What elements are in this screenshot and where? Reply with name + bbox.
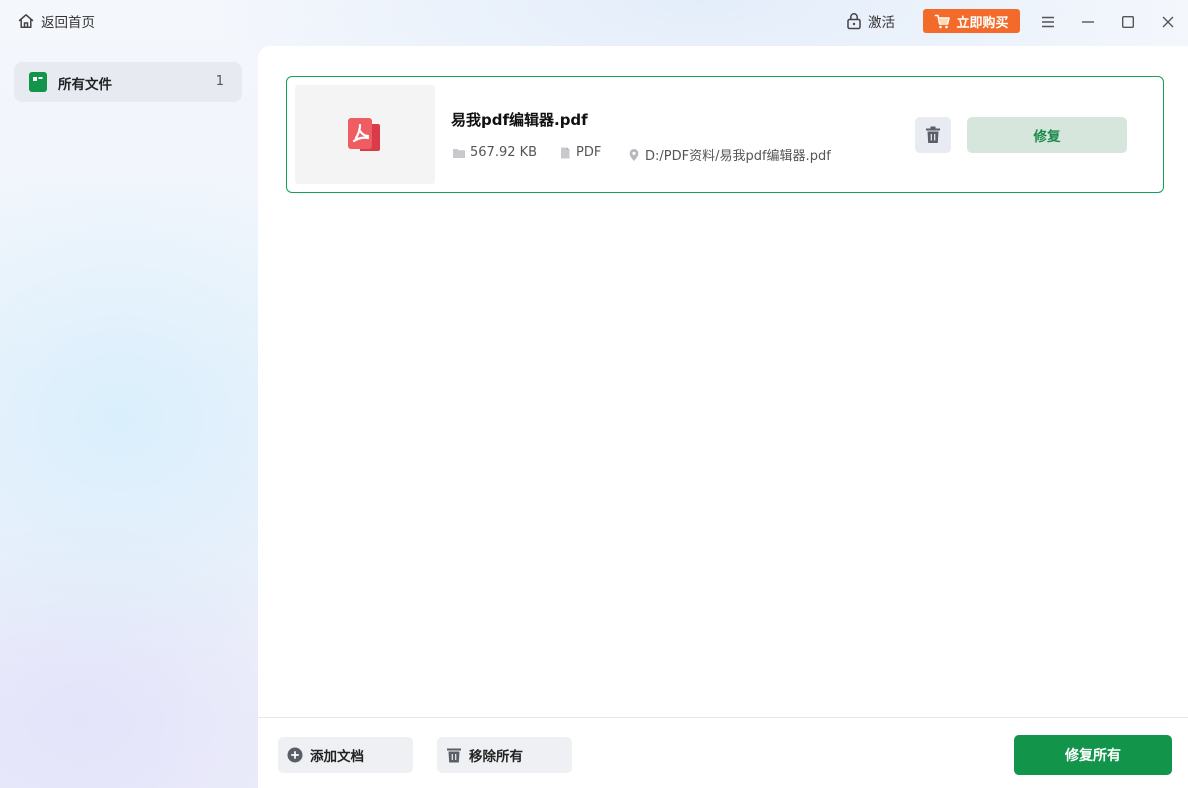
file-name: 易我pdf编辑器.pdf: [451, 111, 588, 129]
activate-button[interactable]: 激活: [846, 11, 895, 31]
title-bar: 返回首页 激活 立即购买: [0, 0, 1188, 44]
maximize-icon: [1122, 16, 1135, 29]
close-icon: [1162, 16, 1174, 28]
main-panel: 易我pdf编辑器.pdf 567.92 KB PDF D:/PDF资料/易我pd…: [258, 46, 1188, 788]
file-type-meta: PDF: [558, 145, 601, 160]
repair-all-button[interactable]: 修复所有: [1014, 735, 1172, 775]
sidebar-item-all-files[interactable]: 所有文件 1: [14, 62, 242, 102]
file-type: PDF: [576, 145, 602, 160]
lock-icon: [847, 13, 861, 30]
minimize-icon: [1082, 21, 1094, 23]
sidebar-item-label: 所有文件: [58, 77, 112, 93]
add-circle-icon: [287, 747, 303, 763]
file-path: D:/PDF资料/易我pdf编辑器.pdf: [645, 149, 831, 164]
trash-icon: [447, 748, 461, 763]
buy-now-button[interactable]: 立即购买: [923, 9, 1020, 33]
maximize-button[interactable]: [1117, 11, 1139, 33]
remove-all-label: 移除所有: [469, 749, 523, 765]
trash-icon: [926, 126, 940, 143]
menu-button[interactable]: [1037, 11, 1059, 33]
buy-now-label: 立即购买: [956, 15, 1009, 31]
back-home-label: 返回首页: [41, 15, 95, 31]
file-size: 567.92 KB: [470, 145, 538, 160]
activate-label: 激活: [868, 15, 895, 31]
files-icon: [29, 72, 47, 92]
file-thumbnail: [295, 85, 435, 184]
menu-icon: [1042, 16, 1054, 28]
cart-icon: [935, 14, 951, 28]
minimize-button[interactable]: [1077, 11, 1099, 33]
pdf-icon: [348, 118, 380, 151]
file-card[interactable]: 易我pdf编辑器.pdf 567.92 KB PDF D:/PDF资料/易我pd…: [286, 76, 1164, 193]
folder-icon: [453, 148, 465, 158]
remove-all-button[interactable]: 移除所有: [437, 737, 572, 773]
delete-file-button[interactable]: [915, 117, 951, 153]
file-type-icon: [561, 147, 570, 158]
sidebar: 所有文件 1: [0, 44, 258, 788]
add-document-label: 添加文档: [310, 749, 364, 765]
add-document-button[interactable]: 添加文档: [278, 737, 413, 773]
bottom-action-bar: 添加文档 移除所有 修复所有: [258, 717, 1188, 788]
location-icon: [629, 148, 639, 161]
file-size-meta: 567.92 KB: [452, 145, 537, 160]
close-button[interactable]: [1157, 11, 1179, 33]
back-home-button[interactable]: 返回首页: [17, 11, 95, 31]
sidebar-item-count: 1: [215, 74, 224, 89]
home-icon: [18, 14, 34, 28]
file-path-meta: D:/PDF资料/易我pdf编辑器.pdf: [627, 145, 831, 164]
repair-file-button[interactable]: 修复: [967, 117, 1127, 153]
